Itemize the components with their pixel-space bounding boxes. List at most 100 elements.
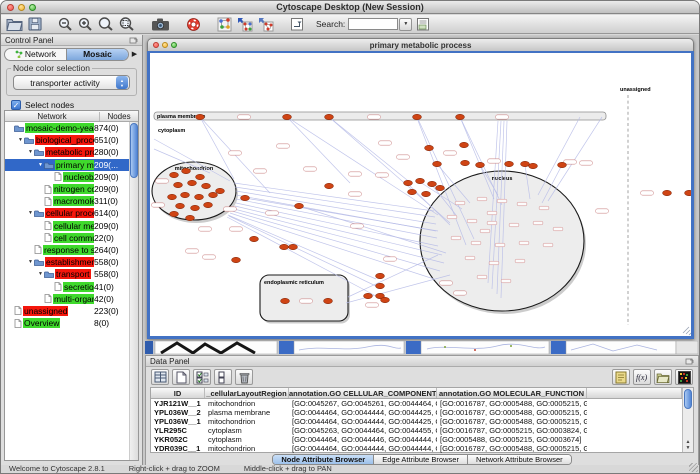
import-attributes-button[interactable] [654, 369, 672, 385]
network-node[interactable] [408, 189, 417, 194]
tree-row-nitrogen-compo[interactable]: nitrogen compo209(0) [5, 183, 129, 195]
network-node[interactable] [376, 283, 385, 288]
zoom-out-button[interactable] [58, 16, 73, 33]
tree-row-overview[interactable]: Overview8(0) [5, 317, 129, 329]
network-node[interactable] [280, 244, 289, 249]
table-scrollbar-thumb[interactable] [684, 389, 692, 409]
delete-attribute-button[interactable] [235, 369, 253, 385]
network-node[interactable] [176, 203, 185, 208]
network-node[interactable] [364, 293, 373, 298]
network-node[interactable] [404, 180, 413, 185]
unselect-attributes-button[interactable] [214, 369, 232, 385]
network-node[interactable] [216, 188, 225, 193]
network-node[interactable] [195, 194, 204, 199]
network-node[interactable] [422, 191, 431, 196]
network-node[interactable] [295, 203, 304, 208]
table-row[interactable]: YJR121W__1mitochondrion[GO:0045267, GO:0… [151, 399, 682, 408]
expander-icon[interactable]: ▼ [27, 149, 34, 155]
select-attributes-button[interactable] [193, 369, 211, 385]
help-button[interactable] [186, 16, 201, 33]
network-node[interactable] [476, 162, 485, 167]
canvas-resize-grip[interactable] [683, 327, 691, 335]
tree-row-unassigned[interactable]: unassigned223(0) [5, 305, 129, 317]
network-node[interactable] [505, 161, 514, 166]
network-node[interactable] [174, 182, 183, 187]
network-node[interactable] [436, 185, 445, 190]
table-row[interactable]: YKR052Ccytoplasm[GO:0044464, GO:0044446,… [151, 435, 682, 444]
table-scrollbar[interactable]: ▲▼ [682, 388, 693, 452]
network-node[interactable] [425, 145, 434, 150]
column-header[interactable]: annotation.GO MOLECULAR_FUNCTION [437, 388, 587, 398]
tree-row-metabolic-process[interactable]: ▼metabolic process280(0) [5, 146, 129, 158]
network-node[interactable] [250, 236, 259, 241]
layout-button[interactable] [237, 16, 253, 33]
network-node[interactable] [416, 178, 425, 183]
network-node[interactable] [181, 192, 190, 197]
new-attribute-button[interactable] [172, 369, 190, 385]
tree-row-secretion[interactable]: secretion41(0) [5, 280, 129, 292]
network-node[interactable] [182, 168, 191, 173]
network-node[interactable] [324, 298, 333, 303]
network-node[interactable] [529, 163, 538, 168]
background-windows-strip[interactable] [145, 341, 698, 354]
function-builder-button[interactable]: f(x) [633, 369, 651, 385]
export-image-button[interactable] [151, 16, 170, 33]
select-columns-button[interactable] [151, 369, 169, 385]
column-header[interactable]: ID [151, 388, 205, 398]
network-node[interactable] [289, 244, 298, 249]
expander-icon[interactable]: ▼ [37, 162, 44, 168]
network-canvas[interactable]: plasma membranecytoplasmmitochondrionnuc… [147, 51, 694, 339]
window-resize-grip[interactable] [689, 463, 698, 472]
tree-column-nodes[interactable]: Nodes [100, 112, 138, 121]
table-scrollbar-arrows[interactable]: ▲▼ [683, 439, 693, 451]
annotation-button[interactable] [290, 16, 304, 33]
column-header[interactable]: annotation.GO CELLULAR_COMPONENT [289, 388, 437, 398]
compartment-nucleus[interactable] [420, 171, 584, 311]
network-node[interactable] [376, 273, 385, 278]
search-dropdown-button[interactable]: ▼ [399, 18, 412, 31]
network-node[interactable] [170, 172, 179, 177]
network-node[interactable] [186, 215, 195, 220]
window-titlebar[interactable]: Cytoscape Desktop (New Session) [1, 1, 699, 14]
network-node[interactable] [685, 190, 691, 195]
float-panel-icon[interactable] [129, 36, 138, 44]
network-node[interactable] [170, 211, 179, 216]
network-node[interactable] [281, 298, 290, 303]
network-node[interactable] [663, 190, 672, 195]
attribute-editor-button[interactable] [612, 369, 630, 385]
zoom-fit-button[interactable] [98, 16, 114, 33]
tree-row-mosaic-demo-yeast[interactable]: mosaic-demo-yeast874(0) [5, 122, 129, 134]
search-options-button[interactable] [416, 16, 430, 33]
zoom-window-button[interactable] [171, 42, 177, 48]
tree-row-multi-organism-pro[interactable]: multi-organism pro42(0) [5, 293, 129, 305]
network-node[interactable] [204, 202, 213, 207]
network-node[interactable] [168, 194, 177, 199]
network-node[interactable] [456, 114, 465, 119]
layout-alt-button[interactable] [258, 16, 274, 33]
network-node[interactable] [209, 192, 218, 197]
search-input[interactable] [348, 18, 398, 30]
network-node[interactable] [241, 195, 250, 200]
network-node[interactable] [202, 183, 211, 188]
minimize-button[interactable] [162, 42, 168, 48]
network-graph[interactable]: plasma membranecytoplasmmitochondrionnuc… [150, 53, 691, 336]
tree-row-nucleobase-[interactable]: nucleobase-209(0) [5, 171, 129, 183]
network-view-window[interactable]: primary metabolic process plasma membran… [147, 38, 694, 339]
zoom-in-button[interactable] [78, 16, 93, 33]
network-node[interactable] [191, 205, 200, 210]
tree-row-transport[interactable]: ▼transport558(0) [5, 268, 129, 280]
tree-scrollbar-thumb[interactable] [130, 123, 138, 178]
network-node[interactable] [428, 181, 437, 186]
network-view-titlebar[interactable]: primary metabolic process [147, 38, 694, 51]
network-node[interactable] [232, 257, 241, 262]
network-node[interactable] [325, 114, 334, 119]
save-session-button[interactable] [28, 16, 42, 33]
table-row[interactable]: YPL036W__2plasma membrane[GO:0044464, GO… [151, 408, 682, 417]
network-node[interactable] [461, 160, 470, 165]
tree-scrollbar[interactable] [129, 122, 138, 460]
select-nodes-checkbox[interactable]: ✓ [11, 100, 21, 110]
tab-mosaic[interactable]: Mosaic [66, 49, 128, 60]
expander-icon[interactable]: ▼ [37, 271, 44, 277]
network-node[interactable] [460, 142, 469, 147]
tree-row-biological-process[interactable]: ▼biological_process651(0) [5, 134, 129, 146]
